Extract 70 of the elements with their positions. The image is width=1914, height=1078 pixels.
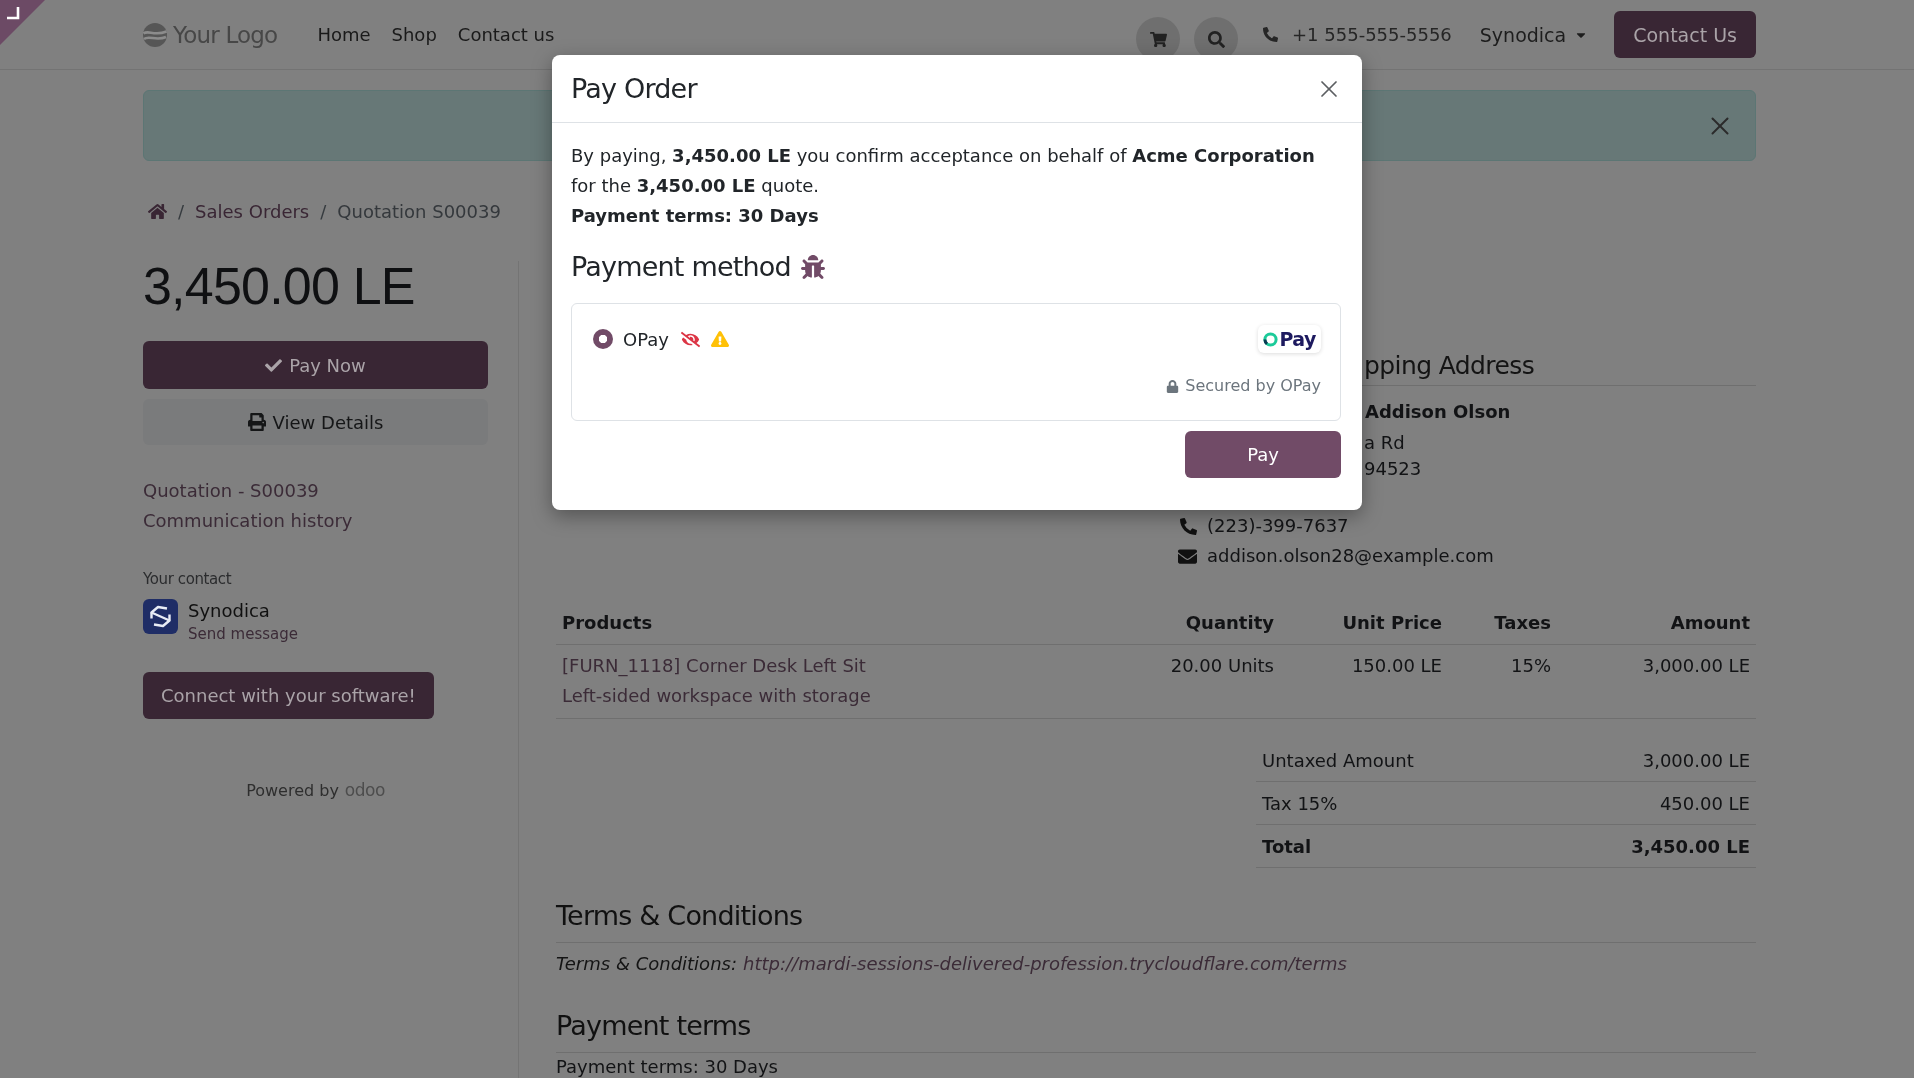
powered-by-text: Powered by — [246, 781, 339, 800]
payment-option-card[interactable]: OPay Pay Secured by OPay — [571, 303, 1341, 421]
total-label: Tax 15% — [1262, 792, 1338, 814]
customer-phone: (223)-399-7637 — [1207, 514, 1349, 538]
section-heading: pping Address — [1364, 350, 1535, 381]
payment-method-heading: Payment method — [571, 251, 791, 282]
contact-name: Synodica — [188, 599, 271, 623]
logo-text[interactable]: Your Logo — [173, 21, 278, 48]
breadcrumb-link[interactable]: Quotation S00039 — [337, 200, 501, 222]
column-header: Amount — [1557, 603, 1756, 645]
pay-now-button[interactable]: Pay Now — [143, 341, 488, 389]
nav-link[interactable]: Shop — [391, 24, 437, 45]
column-header: Quantity — [1140, 603, 1280, 645]
nav-link[interactable]: Home — [317, 24, 371, 45]
total-value: 3,450.00 LE — [1631, 835, 1750, 857]
total-value: 3,000.00 LE — [1642, 749, 1750, 771]
total-label: Untaxed Amount — [1262, 749, 1414, 771]
user-menu[interactable]: Synodica — [1479, 23, 1589, 46]
total-value: 450.00 LE — [1659, 792, 1750, 814]
section-heading: Terms & Conditions — [556, 899, 803, 933]
sidebar-link[interactable]: Quotation - S00039 — [143, 476, 319, 506]
check-icon — [265, 356, 283, 374]
corner-ribbon-icon[interactable] — [0, 0, 45, 45]
view-details-button[interactable]: View Details — [143, 399, 488, 445]
table-cell: 3,000.00 LE — [1557, 645, 1756, 719]
column-header: Taxes — [1448, 603, 1557, 645]
total-label: Total — [1262, 835, 1312, 857]
table-cell: 20.00 Units — [1140, 645, 1280, 719]
payment-terms-text: Payment terms: 30 Days — [571, 204, 819, 228]
logo-icon — [143, 22, 167, 47]
printer-icon — [247, 413, 266, 431]
sidebar-link[interactable]: Communication history — [143, 506, 353, 536]
terms-label: Terms & Conditions: — [556, 952, 737, 976]
dialog-title: Pay Order — [571, 73, 697, 104]
breadcrumb-separator: / — [320, 200, 327, 222]
product-name[interactable]: [FURN_1118] Corner Desk Left Sit — [562, 651, 866, 681]
section-heading: Payment terms — [556, 1009, 751, 1043]
contact-us-button[interactable]: Contact Us — [1614, 11, 1756, 58]
column-header: Products — [556, 603, 1140, 645]
customer-name: Addison Olson — [1365, 400, 1511, 424]
column-header: Unit Price — [1280, 603, 1448, 645]
breadcrumb-link[interactable]: Sales Orders — [195, 200, 310, 222]
phone-icon — [1180, 517, 1197, 535]
pay-button[interactable]: Pay — [1185, 431, 1341, 478]
phone-icon — [1263, 27, 1279, 42]
envelope-icon — [1178, 546, 1197, 566]
nav-link[interactable]: Contact us — [457, 24, 555, 45]
address-line: 94523 — [1364, 457, 1422, 481]
payment-terms-text: Payment terms: 30 Days — [556, 1056, 778, 1078]
terms-link[interactable]: http://mardi-sessions-delivered-profession.trycloudflare.com/terms — [743, 950, 1347, 978]
company-logo-icon — [143, 599, 178, 634]
home-icon[interactable] — [148, 201, 167, 221]
ring-icon — [1263, 331, 1279, 347]
lock-icon — [1166, 379, 1180, 393]
total-amount: 3,450.00 LE — [143, 259, 415, 314]
product-description: Left-sided workspace with storage — [562, 684, 871, 708]
table-cell: 15% — [1448, 645, 1557, 719]
payment-option-name[interactable]: OPay — [623, 328, 669, 350]
radio-button[interactable] — [593, 329, 613, 349]
confirmation-text: By paying, 3,450.00 LE you confirm acceptance on behalf of Acme Corporation for the 3,450.00 LE quote. — [571, 144, 1316, 198]
contact-label: Your contact — [143, 569, 232, 590]
address-line: a Rd — [1364, 431, 1405, 455]
breadcrumb-separator: / — [178, 200, 185, 222]
phone-number: +1 555-555-5556 — [1292, 24, 1452, 45]
connect-button[interactable]: Connect with your software! — [143, 672, 434, 719]
logo-text: Pay — [1279, 328, 1316, 350]
table-cell: 150.00 LE — [1280, 645, 1448, 719]
secured-by-text: Secured by OPay — [1185, 375, 1321, 397]
send-message-link[interactable]: Send message — [188, 623, 298, 645]
customer-email: addison.olson28@example.com — [1207, 544, 1494, 568]
